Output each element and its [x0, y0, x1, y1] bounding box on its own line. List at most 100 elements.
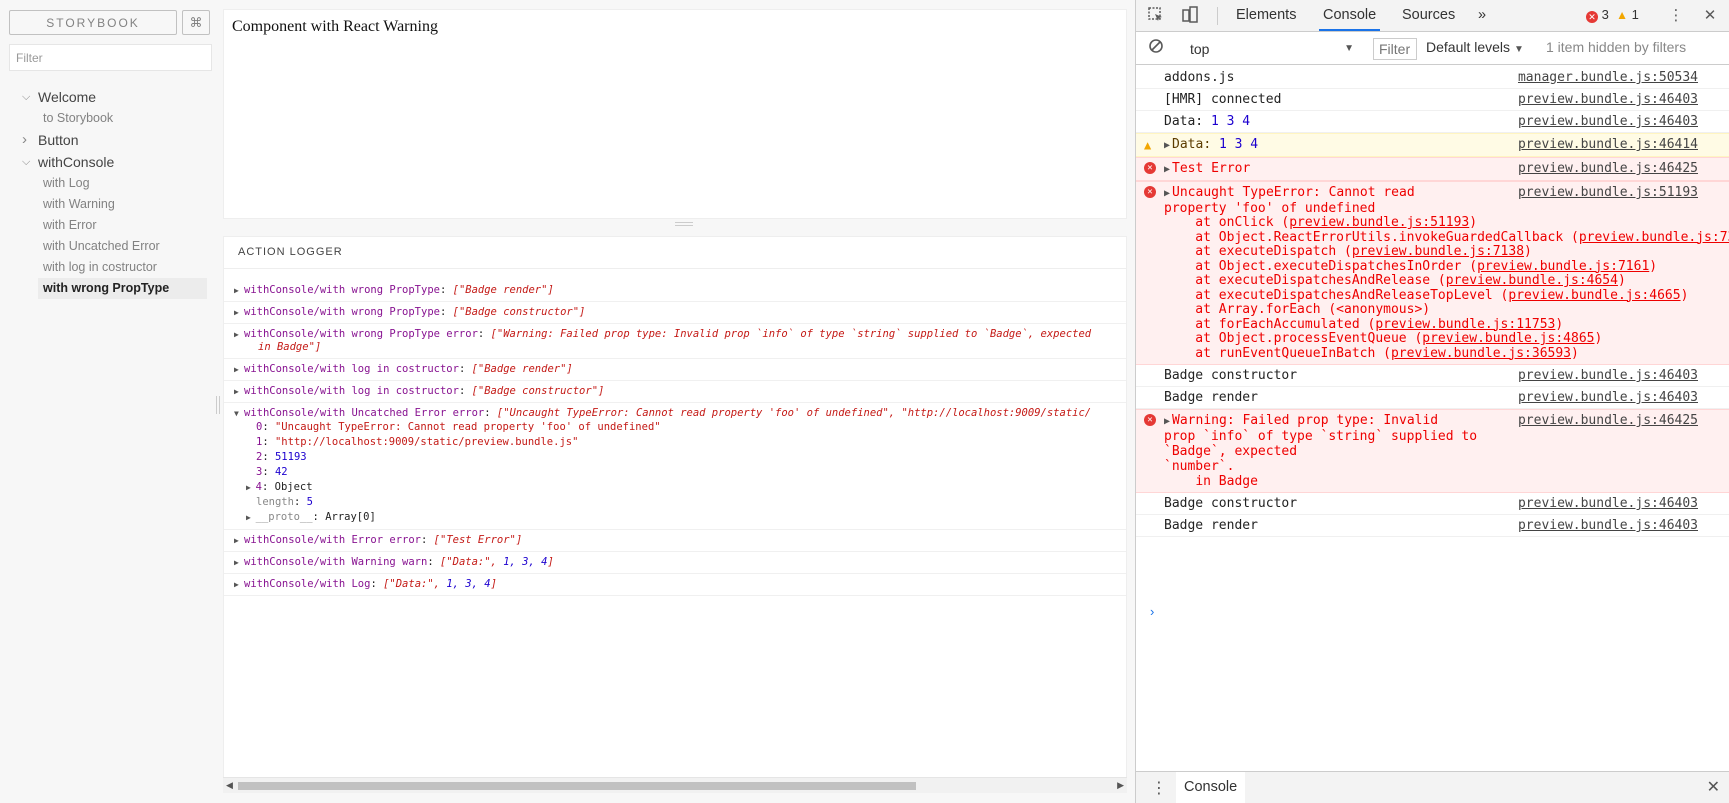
stories-filter-input[interactable]	[9, 44, 212, 71]
tab-elements[interactable]: Elements	[1232, 0, 1300, 31]
panel-resize-handle[interactable]	[675, 222, 693, 226]
close-drawer-icon[interactable]: ✕	[1707, 777, 1720, 797]
log-entry-args: ["Badge constructor"]	[452, 306, 586, 318]
console-message-log[interactable]: addons.js manager.bundle.js:50534	[1136, 67, 1729, 89]
source-link[interactable]: manager.bundle.js:50534	[1518, 70, 1698, 85]
sidebar-kind[interactable]: ⌵ withConsole	[0, 151, 222, 173]
stack-frame: at executeDispatchesAndReleaseTopLevel (…	[1164, 288, 1700, 304]
source-link[interactable]: preview.bundle.js:46403	[1518, 92, 1698, 107]
stack-frame-link[interactable]: preview.bundle.js:51193	[1289, 215, 1469, 230]
stack-frame-link[interactable]: preview.bundle.js:7161	[1477, 259, 1649, 274]
sidebar-story[interactable]: with Error	[0, 215, 222, 236]
console-message-error[interactable]: ✕ ▶ Warning: Failed prop type: Invalid pro…	[1136, 409, 1729, 493]
close-devtools-icon[interactable]: ✕	[1700, 6, 1720, 26]
source-link[interactable]: preview.bundle.js:46414	[1518, 137, 1698, 152]
expand-triangle-icon[interactable]: ▶	[234, 328, 241, 341]
expand-caret-icon[interactable]: ▶	[1164, 164, 1170, 175]
log-args-numbers: 1, 3, 4	[446, 578, 491, 590]
expanded-array-item[interactable]: ▶ 4: Object	[234, 480, 1126, 495]
scroll-left-icon[interactable]: ◀	[226, 780, 233, 791]
sidebar-story[interactable]: with Uncatched Error	[0, 236, 222, 257]
sidebar-story[interactable]: with Warning	[0, 194, 222, 215]
source-link[interactable]: preview.bundle.js:46403	[1518, 518, 1698, 533]
stack-frame-link[interactable]: preview.bundle.js:11753	[1375, 317, 1555, 332]
sidebar-story[interactable]: with wrong PropType	[38, 278, 207, 299]
source-link[interactable]: preview.bundle.js:46425	[1518, 413, 1698, 428]
drawer-tab-console[interactable]: Console	[1176, 772, 1246, 803]
action-log-entry[interactable]: ▼ withConsole/with Uncatched Error error:…	[224, 403, 1126, 530]
stack-frame: at Object.executeDispatchesInOrder (prev…	[1164, 259, 1700, 275]
sidebar-kind[interactable]: ⌵ Welcome	[0, 86, 222, 108]
action-log-entry[interactable]: ▶ withConsole/with log in costructor: ["B…	[224, 381, 1126, 403]
action-log-entry[interactable]: ▶ withConsole/with Error error: ["Test Er…	[224, 530, 1126, 552]
stack-frame-link[interactable]: preview.bundle.js:4665	[1508, 288, 1680, 303]
source-link[interactable]: preview.bundle.js:46403	[1518, 496, 1698, 511]
source-link[interactable]: preview.bundle.js:51193	[1518, 185, 1698, 200]
collapse-triangle-icon[interactable]: ▼	[234, 407, 241, 420]
expand-caret-icon[interactable]: ▶	[1164, 416, 1170, 427]
device-toolbar-icon[interactable]	[1180, 6, 1200, 26]
expand-caret-icon[interactable]: ▶	[1164, 188, 1170, 199]
expand-triangle-icon[interactable]: ▶	[234, 306, 241, 319]
console-message-log[interactable]: [HMR] connected preview.bundle.js:46403	[1136, 89, 1729, 111]
stack-frame-link[interactable]: preview.bundle.js:4654	[1446, 273, 1618, 288]
source-link[interactable]: preview.bundle.js:46425	[1518, 161, 1698, 176]
context-selector[interactable]: top ▼	[1182, 38, 1362, 60]
inspect-element-icon[interactable]	[1146, 6, 1166, 26]
console-message-log[interactable]: Badge constructor preview.bundle.js:46403	[1136, 365, 1729, 387]
console-filter-input[interactable]	[1373, 38, 1417, 60]
expand-triangle-icon[interactable]: ▶	[234, 284, 241, 297]
console-message-warn[interactable]: ▲ ▶ Data: 1 3 4 preview.bundle.js:46414	[1136, 133, 1729, 157]
stack-frame-link[interactable]: preview.bundle.js:36593	[1391, 346, 1571, 361]
tab-action-logger[interactable]: ACTION LOGGER	[238, 246, 343, 258]
source-link[interactable]: preview.bundle.js:46403	[1518, 368, 1698, 383]
sidebar-resize-handle[interactable]	[216, 396, 220, 414]
console-message-log[interactable]: Data: 1 3 4 preview.bundle.js:46403	[1136, 111, 1729, 133]
source-link[interactable]: preview.bundle.js:46403	[1518, 390, 1698, 405]
action-log-entry[interactable]: ▶ withConsole/with wrong PropType: ["Badg…	[224, 302, 1126, 324]
scroll-right-icon[interactable]: ▶	[1117, 780, 1124, 791]
storybook-title-button[interactable]: STORYBOOK	[9, 10, 177, 35]
sidebar-story[interactable]: with Log	[0, 173, 222, 194]
expand-triangle-icon[interactable]: ▶	[234, 534, 241, 547]
console-message-error[interactable]: ✕ ▶ Uncaught TypeError: Cannot read proper…	[1136, 181, 1729, 365]
action-log-entry[interactable]: ▶ withConsole/with wrong PropType error: …	[224, 324, 1126, 359]
clear-console-icon[interactable]	[1146, 38, 1166, 58]
expand-triangle-icon[interactable]: ▶	[234, 578, 241, 591]
expand-triangle-icon[interactable]: ▶	[234, 556, 241, 569]
issue-counts[interactable]: ✕ 3 ▲ 1	[1586, 7, 1639, 23]
action-log-entry[interactable]: ▶ withConsole/with wrong PropType: ["Badg…	[224, 280, 1126, 302]
stack-frame-link[interactable]: preview.bundle.js:7138	[1352, 244, 1524, 259]
more-tabs-button[interactable]: »	[1474, 0, 1490, 31]
expand-triangle-icon[interactable]: ▶	[246, 483, 256, 492]
console-message-error[interactable]: ✕ ▶ Test Error preview.bundle.js:46425	[1136, 157, 1729, 181]
scrollbar-thumb[interactable]	[238, 782, 916, 790]
tab-console[interactable]: Console	[1319, 0, 1381, 31]
stack-frame-link[interactable]: preview.bundle.js:7353	[1579, 230, 1729, 245]
expand-caret-icon[interactable]: ▶	[1164, 140, 1170, 151]
sidebar-story[interactable]: with log in costructor	[0, 257, 222, 278]
console-toolbar: top ▼ Default levels ▼ 1 item hidden by …	[1136, 33, 1729, 65]
shortcuts-button[interactable]: ⌘	[182, 10, 210, 35]
expand-triangle-icon[interactable]: ▶	[234, 363, 241, 376]
console-message-log[interactable]: Badge constructor preview.bundle.js:46403	[1136, 493, 1729, 515]
kebab-menu-icon[interactable]: ⋮	[1666, 6, 1686, 26]
action-log-entry[interactable]: ▶ withConsole/with Log: ["Data:", 1, 3, 4…	[224, 574, 1126, 596]
expanded-array-item[interactable]: ▶ __proto__: Array[0]	[234, 510, 1126, 525]
sidebar-kind[interactable]: › Button	[0, 129, 222, 151]
expand-triangle-icon[interactable]: ▶	[246, 513, 256, 522]
sidebar-story[interactable]: to Storybook	[0, 108, 222, 129]
logger-horizontal-scrollbar[interactable]: ◀ ▶	[223, 777, 1127, 793]
drawer-menu-icon[interactable]: ⋮	[1151, 778, 1167, 798]
console-message-log[interactable]: Badge render preview.bundle.js:46403	[1136, 515, 1729, 537]
action-log-entry[interactable]: ▶ withConsole/with log in costructor: ["B…	[224, 359, 1126, 381]
action-log-entry[interactable]: ▶ withConsole/with Warning warn: ["Data:"…	[224, 552, 1126, 574]
source-link[interactable]: preview.bundle.js:46403	[1518, 114, 1698, 129]
console-prompt[interactable]: ›	[1150, 604, 1154, 619]
console-message-log[interactable]: Badge render preview.bundle.js:46403	[1136, 387, 1729, 409]
stack-frame-link[interactable]: preview.bundle.js:4865	[1422, 331, 1594, 346]
log-levels-dropdown[interactable]: Default levels ▼	[1426, 39, 1524, 55]
expand-triangle-icon[interactable]: ▶	[234, 385, 241, 398]
tab-sources[interactable]: Sources	[1398, 0, 1459, 31]
expanded-array-item: 3: 42	[234, 465, 1126, 480]
